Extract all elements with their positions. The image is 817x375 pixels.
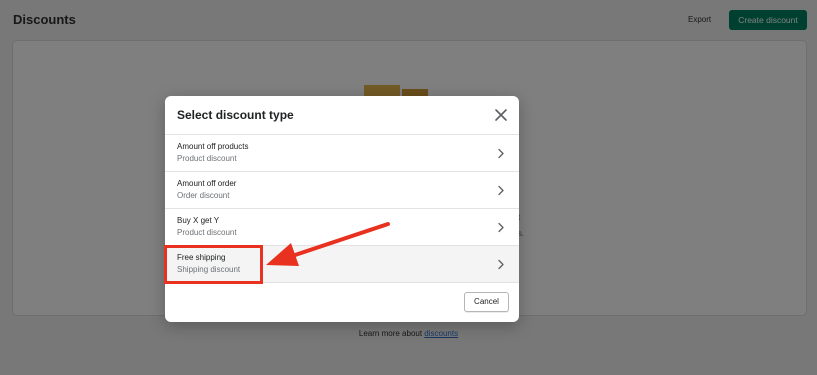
chevron-right-icon <box>498 148 504 159</box>
chevron-right-icon <box>498 185 504 196</box>
close-button[interactable] <box>493 107 509 123</box>
option-title: Amount off order <box>177 179 237 188</box>
option-buy-x-get-y[interactable]: Buy X get Y Product discount <box>165 209 519 246</box>
annotation-highlight-box <box>164 245 263 284</box>
option-amount-off-products[interactable]: Amount off products Product discount <box>165 135 519 172</box>
option-subtitle: Product discount <box>177 154 237 163</box>
option-title: Buy X get Y <box>177 216 220 225</box>
modal-header: Select discount type <box>165 96 519 135</box>
option-subtitle: Product discount <box>177 228 237 237</box>
close-icon <box>495 109 507 121</box>
select-discount-type-modal: Select discount type Amount off products… <box>165 96 519 322</box>
modal-title: Select discount type <box>177 108 294 122</box>
option-amount-off-order[interactable]: Amount off order Order discount <box>165 172 519 209</box>
chevron-right-icon <box>498 259 504 270</box>
option-title: Amount off products <box>177 142 249 151</box>
cancel-button[interactable]: Cancel <box>464 292 509 312</box>
chevron-right-icon <box>498 222 504 233</box>
option-subtitle: Order discount <box>177 191 230 200</box>
modal-footer: Cancel <box>165 283 519 322</box>
